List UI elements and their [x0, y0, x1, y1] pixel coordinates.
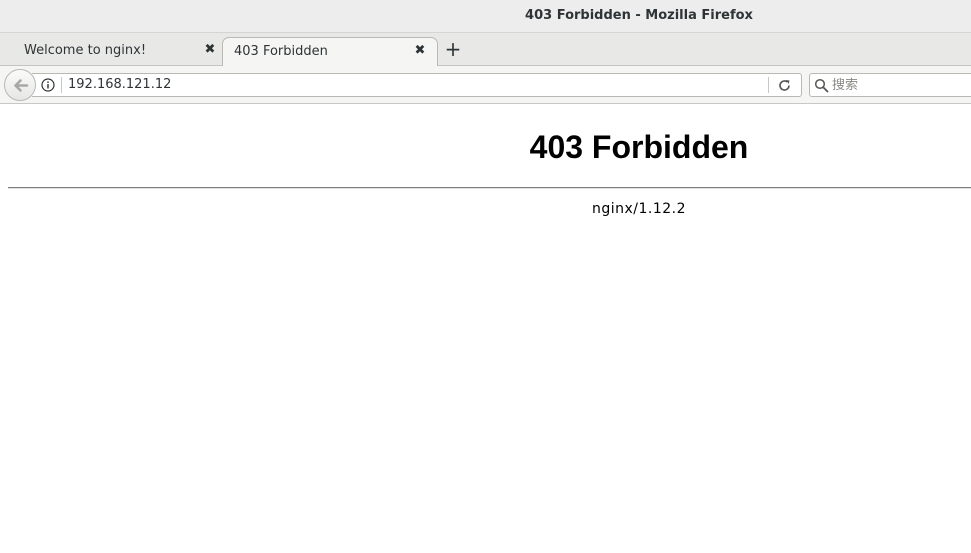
search-icon[interactable] — [814, 78, 829, 93]
reload-divider — [768, 77, 769, 93]
info-icon[interactable] — [41, 78, 55, 92]
tab-welcome-to-nginx[interactable]: Welcome to nginx! ✖ — [0, 37, 222, 66]
new-tab-button[interactable]: + — [442, 39, 464, 61]
back-arrow-icon — [14, 79, 29, 92]
back-button[interactable] — [4, 69, 36, 101]
close-tab-icon[interactable]: ✖ — [202, 42, 218, 58]
divider — [8, 187, 971, 189]
tab-label: Welcome to nginx! — [24, 43, 147, 58]
url-divider — [61, 77, 62, 93]
navigation-toolbar: 192.168.121.12 — [0, 66, 971, 104]
tab-403-forbidden[interactable]: 403 Forbidden ✖ — [222, 37, 438, 66]
tab-strip: Welcome to nginx! ✖ 403 Forbidden ✖ + — [0, 33, 971, 66]
reload-icon[interactable] — [777, 78, 792, 93]
url-bar[interactable]: 192.168.121.12 — [32, 73, 802, 97]
error-heading: 403 Forbidden — [529, 129, 749, 165]
search-bar[interactable] — [809, 73, 971, 97]
page-content: 403 Forbidden nginx/1.12.2 — [0, 105, 971, 553]
server-signature: nginx/1.12.2 — [591, 201, 687, 217]
tab-label: 403 Forbidden — [234, 44, 328, 59]
close-tab-icon[interactable]: ✖ — [412, 43, 428, 59]
window-titlebar: 403 Forbidden - Mozilla Firefox — [0, 0, 971, 33]
url-text[interactable]: 192.168.121.12 — [68, 77, 171, 92]
window-title: 403 Forbidden - Mozilla Firefox — [525, 8, 753, 23]
search-input[interactable] — [832, 76, 971, 94]
